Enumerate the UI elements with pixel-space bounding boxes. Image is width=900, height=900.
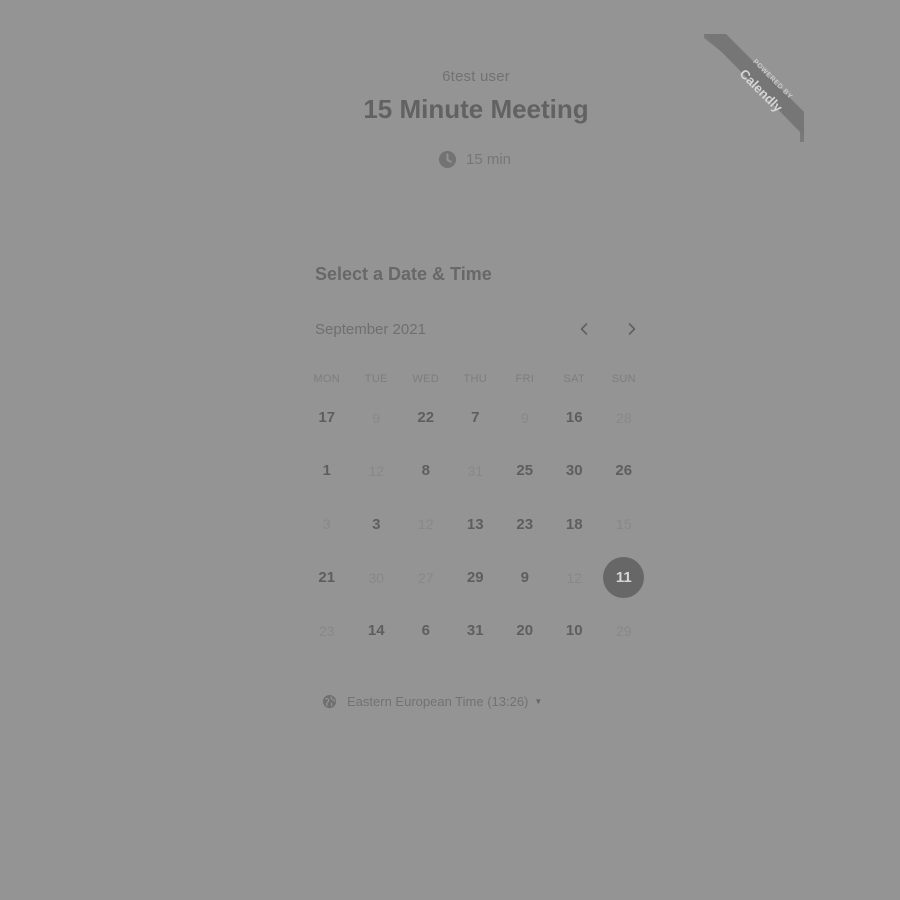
booking-page: 6test user 15 Minute Meeting 15 min POWE… [0, 0, 900, 900]
calendar-day-selected[interactable]: 11 [603, 557, 645, 599]
calendar-day-available[interactable]: 25 [505, 451, 545, 491]
calendar-day-unavailable: 12 [566, 569, 583, 586]
calendar-cell: 20 [500, 604, 550, 657]
calendar-day-unavailable: 27 [417, 569, 434, 586]
calendar-day-available[interactable]: 29 [455, 558, 495, 598]
weekday-header-row: MON TUE WED THU FRI SAT SUN [302, 373, 648, 385]
calendar-cell: 23 [302, 604, 352, 657]
section-title: Select a Date & Time [315, 264, 492, 284]
calendar-cell: 15 [599, 498, 649, 551]
caret-down-icon: ▼ [534, 697, 543, 706]
calendar-day-unavailable: 23 [318, 622, 335, 639]
timezone-label: Eastern European Time (13:26) [347, 694, 529, 709]
calendar-day-available[interactable]: 18 [554, 504, 594, 544]
calendar-cell: 1 [302, 444, 352, 497]
calendar-cell: 13 [451, 498, 501, 551]
calendar-cell: 3 [352, 498, 402, 551]
calendar-cell: 12 [550, 551, 600, 604]
calendar-cell: 25 [500, 444, 550, 497]
calendar-day-unavailable: 3 [322, 516, 331, 533]
event-duration: 15 min [438, 150, 511, 169]
weekday-label: SAT [563, 373, 585, 385]
weekday-label: WED [412, 373, 440, 385]
weekday-label: TUE [364, 373, 388, 385]
calendar-cell: 11 [599, 551, 649, 604]
calendar-day-available[interactable]: 16 [554, 398, 594, 438]
calendar-day-available[interactable]: 31 [455, 611, 495, 651]
calendar-day-available[interactable]: 6 [406, 611, 446, 651]
calendar-day-available[interactable]: 13 [455, 504, 495, 544]
calendar-cell: 18 [550, 498, 600, 551]
calendar-grid: 17 9 22 7 9 16 28 1 12 8 31 25 30 26 3 3 12 13 23 18 15 21 30 2… [302, 391, 649, 657]
next-month-button[interactable] [620, 318, 644, 342]
calendar-day-available[interactable]: 10 [554, 611, 594, 651]
chevron-right-icon [627, 322, 637, 339]
calendar-day-unavailable: 9 [520, 409, 529, 426]
calendar-cell: 27 [401, 551, 451, 604]
month-label: September 2021 [315, 321, 426, 338]
weekday-label: THU [463, 373, 487, 385]
calendar-day-unavailable: 28 [615, 409, 632, 426]
clock-icon [438, 150, 457, 169]
calendar-cell: 21 [302, 551, 352, 604]
calendar-cell: 17 [302, 391, 352, 444]
calendar-day-available[interactable]: 1 [307, 451, 347, 491]
calendar-day-available[interactable]: 8 [406, 451, 446, 491]
calendar-cell: 30 [352, 551, 402, 604]
previous-month-button[interactable] [572, 318, 596, 342]
calendar-day-unavailable: 9 [372, 409, 381, 426]
calendar-cell: 22 [401, 391, 451, 444]
calendar-cell: 31 [451, 604, 501, 657]
calendar-cell: 28 [599, 391, 649, 444]
calendar-cell: 8 [401, 444, 451, 497]
calendar-cell: 23 [500, 498, 550, 551]
calendar-cell: 9 [500, 391, 550, 444]
weekday-label: SUN [611, 373, 636, 385]
calendar-day-unavailable: 12 [368, 462, 385, 479]
calendar-day-available[interactable]: 21 [307, 558, 347, 598]
calendar-cell: 30 [550, 444, 600, 497]
timezone-selector[interactable]: Eastern European Time (13:26) ▼ [322, 694, 542, 709]
calendar-cell: 29 [451, 551, 501, 604]
calendar-cell: 3 [302, 498, 352, 551]
calendar-day-available[interactable]: 22 [406, 398, 446, 438]
calendar-cell: 9 [500, 551, 550, 604]
calendar-day-available[interactable]: 14 [356, 611, 396, 651]
calendar-cell: 29 [599, 604, 649, 657]
calendar-cell: 10 [550, 604, 600, 657]
duration-label: 15 min [466, 151, 512, 168]
calendar-cell: 14 [352, 604, 402, 657]
calendar-day-available[interactable]: 30 [554, 451, 594, 491]
calendar-day-unavailable: 30 [368, 569, 385, 586]
weekday-label: MON [313, 373, 341, 385]
chevron-left-icon [579, 322, 589, 339]
calendar-cell: 12 [352, 444, 402, 497]
calendar-day-unavailable: 29 [615, 622, 632, 639]
calendar-cell: 16 [550, 391, 600, 444]
weekday-label: FRI [515, 373, 535, 385]
calendar-cell: 12 [401, 498, 451, 551]
calendar-day-unavailable: 12 [417, 516, 434, 533]
calendar-cell: 6 [401, 604, 451, 657]
calendar-day-available[interactable]: 23 [505, 504, 545, 544]
calendar-day-available[interactable]: 20 [505, 611, 545, 651]
globe-icon [322, 694, 337, 709]
calendar-day-available[interactable]: 26 [604, 451, 644, 491]
calendar-cell: 7 [451, 391, 501, 444]
calendar-day-available[interactable]: 7 [455, 398, 495, 438]
calendar-cell: 26 [599, 444, 649, 497]
calendar-cell: 9 [352, 391, 402, 444]
calendar-cell: 31 [451, 444, 501, 497]
calendar-day-available[interactable]: 17 [307, 398, 347, 438]
powered-by-calendly-badge[interactable]: POWERED BY Calendly [704, 34, 806, 144]
calendar-day-available[interactable]: 3 [356, 504, 396, 544]
calendar-day-unavailable: 31 [467, 462, 484, 479]
calendar-day-available[interactable]: 9 [505, 558, 545, 598]
calendar-day-unavailable: 15 [615, 516, 632, 533]
